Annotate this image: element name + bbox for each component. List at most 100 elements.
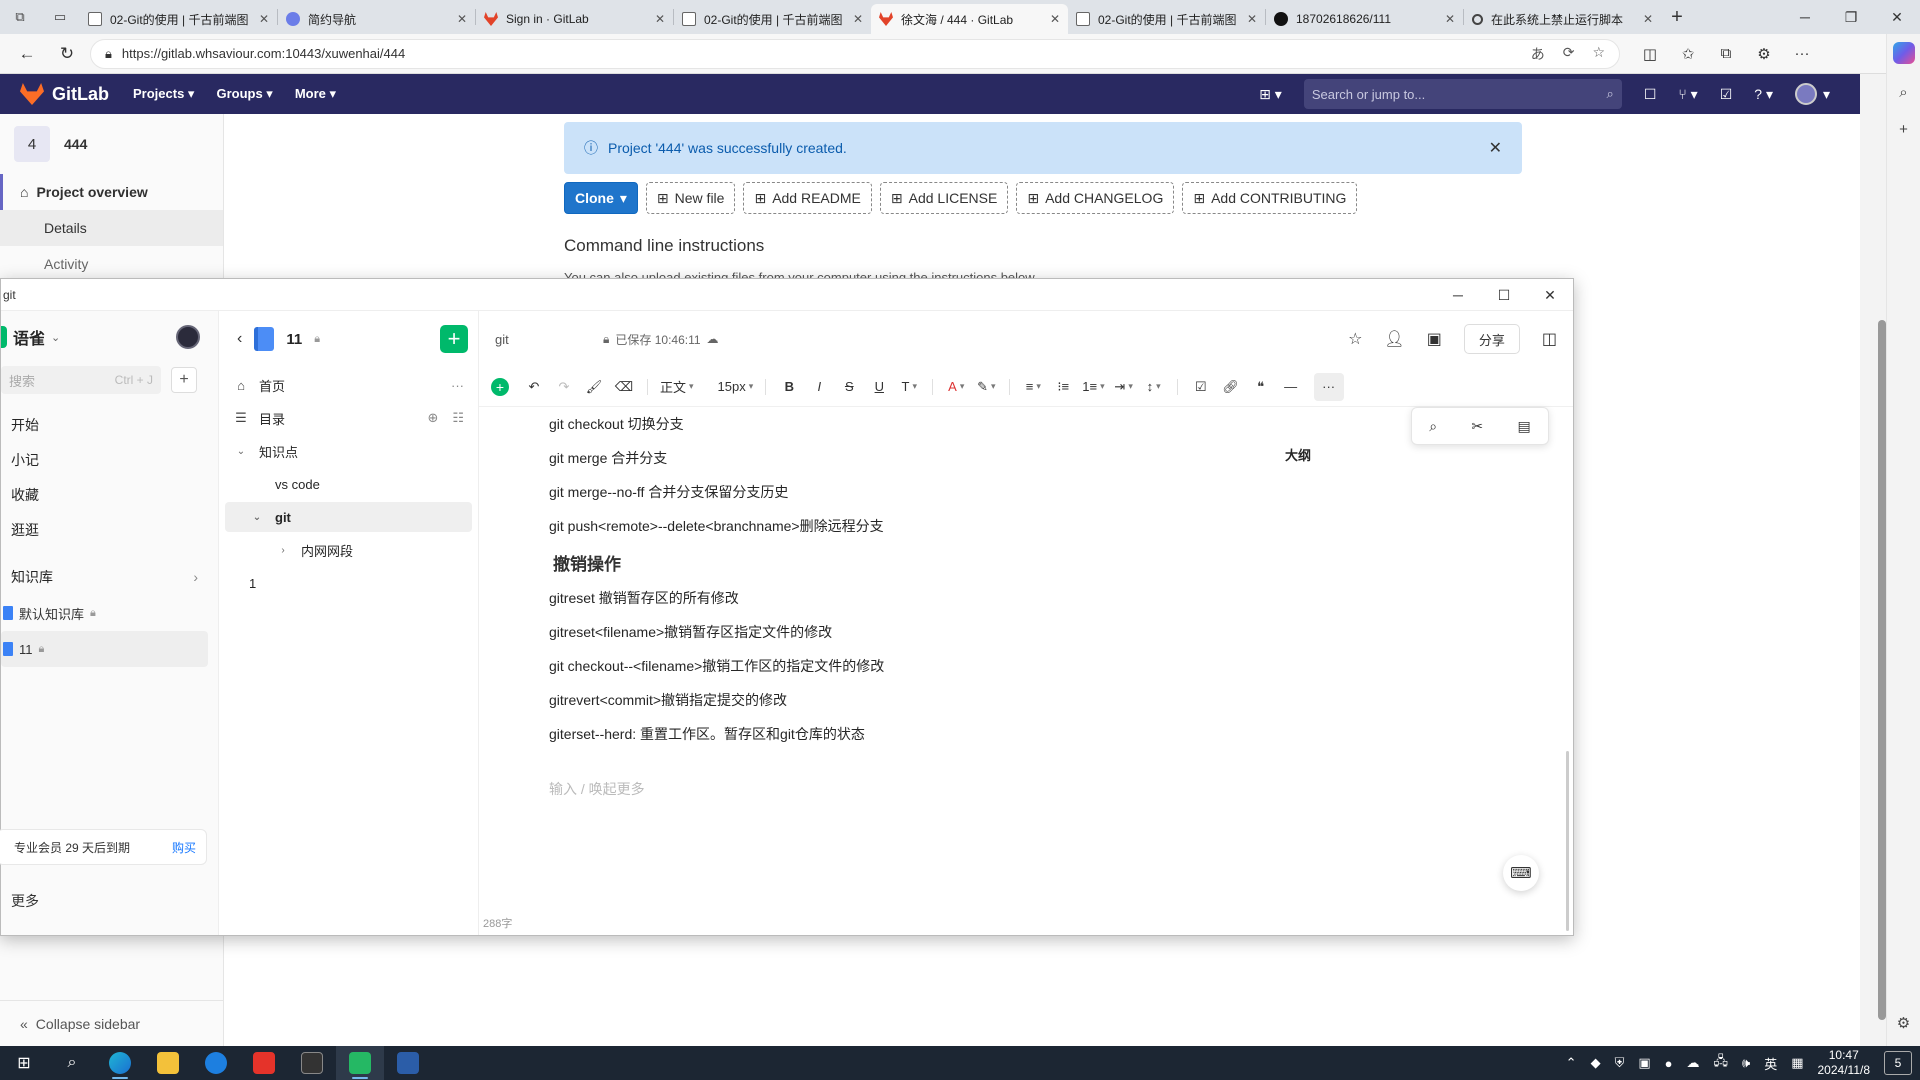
quote-icon[interactable]: ❝ bbox=[1246, 373, 1276, 401]
font-size-select[interactable]: 15px ▾ bbox=[714, 373, 758, 401]
menu-more[interactable]: More ▾ bbox=[295, 86, 336, 102]
taskbar-edge[interactable] bbox=[96, 1046, 144, 1080]
back-button[interactable]: ← bbox=[10, 38, 44, 70]
chevron-up-icon[interactable]: ⌃ bbox=[1566, 1055, 1577, 1071]
volume-icon[interactable]: 🕪︎ bbox=[1742, 1055, 1750, 1071]
browser-tab[interactable]: 简约导航 ✕ bbox=[278, 4, 475, 34]
highlight-icon[interactable]: ✎ ▾ bbox=[971, 373, 1001, 401]
editor-placeholder[interactable]: 输入 / 唤起更多 bbox=[549, 779, 1249, 799]
tree-group[interactable]: ⌄ 知识点 bbox=[225, 436, 472, 466]
book-default[interactable]: 默认知识库 🔒︎ bbox=[1, 595, 208, 631]
help-icon[interactable]: ? ▾ bbox=[1754, 86, 1773, 103]
doc-line[interactable]: git merge 合并分支 bbox=[549, 441, 1249, 475]
divider-icon[interactable]: — bbox=[1276, 373, 1306, 401]
onedrive-icon[interactable]: ☁ bbox=[1686, 1055, 1699, 1071]
reader-icon[interactable]: ⟳ bbox=[1563, 44, 1575, 64]
doc-heading[interactable]: 撤销操作 bbox=[549, 543, 1249, 581]
translate-icon[interactable]: あ bbox=[1531, 44, 1545, 64]
book-11[interactable]: 11 🔒︎ bbox=[1, 631, 208, 667]
network-icon[interactable]: 🖧︎ bbox=[1713, 1052, 1728, 1074]
nav-explore[interactable]: 逛逛 bbox=[11, 512, 218, 547]
doc-info-icon[interactable]: ▤ bbox=[1518, 418, 1531, 435]
tree-item-git[interactable]: ⌄ git bbox=[225, 502, 472, 532]
browser-tab[interactable]: Sign in · GitLab ✕ bbox=[476, 4, 673, 34]
collapse-sidebar-button[interactable]: « Collapse sidebar bbox=[0, 1000, 224, 1046]
merge-requests-icon[interactable]: ⑂ ▾ bbox=[1678, 86, 1697, 103]
page-scrollbar[interactable] bbox=[1874, 120, 1888, 1040]
new-file-button[interactable]: ⊞ New file bbox=[645, 182, 736, 214]
collaborator-icon[interactable]: 👤︎ bbox=[1384, 329, 1404, 349]
nav-favorites[interactable]: 收藏 bbox=[11, 477, 218, 512]
issues-icon[interactable]: ☐ bbox=[1644, 86, 1657, 103]
split-screen-icon[interactable]: ◫ bbox=[1632, 45, 1668, 63]
caret-down-icon[interactable]: ⌄ bbox=[233, 446, 249, 457]
taskbar-app-blue[interactable] bbox=[192, 1046, 240, 1080]
workspaces-icon[interactable]: ⧉ bbox=[0, 0, 40, 34]
editor-body[interactable]: git checkout 切换分支 git merge 合并分支 git mer… bbox=[549, 407, 1249, 799]
doc-line[interactable]: gitrevert<commit>撤销指定提交的修改 bbox=[549, 683, 1249, 717]
sidebar-item-activity[interactable]: Activity bbox=[0, 246, 223, 282]
close-tab-icon[interactable]: ✕ bbox=[457, 12, 467, 26]
doc-line[interactable]: git checkout 切换分支 bbox=[549, 407, 1249, 441]
doc-line[interactable]: git push<remote>--delete<branchname>删除远程… bbox=[549, 509, 1249, 543]
collections-icon[interactable]: ⧉ bbox=[1708, 45, 1744, 63]
close-tab-icon[interactable]: ✕ bbox=[259, 12, 269, 26]
wechat-icon[interactable]: ● bbox=[1665, 1056, 1673, 1071]
sidebar-item-project-overview[interactable]: ⌂ Project overview bbox=[0, 174, 223, 210]
browser-tab[interactable]: 02-Git的使用 | 千古前端图 ✕ bbox=[1068, 4, 1265, 34]
restore-button[interactable]: ❐ bbox=[1828, 9, 1874, 26]
menu-dots-icon[interactable]: ··· bbox=[1784, 45, 1820, 63]
align-icon[interactable]: ≡ ▾ bbox=[1018, 373, 1048, 401]
more-dots-icon[interactable]: ··· bbox=[451, 378, 464, 393]
browser-tab[interactable]: 徐文海 / 444 · GitLab ✕ bbox=[871, 4, 1068, 34]
minimize-button[interactable]: ─ bbox=[1782, 9, 1828, 26]
copilot-icon[interactable] bbox=[1892, 42, 1915, 64]
bullet-list-icon[interactable]: ⁝≡ bbox=[1048, 373, 1078, 401]
menu-groups[interactable]: Groups ▾ bbox=[216, 86, 272, 102]
link-icon[interactable]: 🔗︎ bbox=[1216, 373, 1246, 401]
menu-projects[interactable]: Projects ▾ bbox=[133, 86, 194, 102]
undo-icon[interactable]: ↶ bbox=[519, 373, 549, 401]
clock[interactable]: 10:47 2024/11/8 bbox=[1818, 1048, 1871, 1078]
close-tab-icon[interactable]: ✕ bbox=[853, 12, 863, 26]
font-color-icon[interactable]: A ▾ bbox=[941, 373, 971, 401]
vip-buy-link[interactable]: 购买 bbox=[172, 839, 196, 856]
url-field[interactable]: 🔒︎ https://gitlab.whsaviour.com:10443/xu… bbox=[90, 38, 1620, 69]
close-icon[interactable]: ✕ bbox=[1489, 138, 1502, 158]
close-tab-icon[interactable]: ✕ bbox=[655, 12, 665, 26]
taskbar-terminal[interactable] bbox=[288, 1046, 336, 1080]
line-height-icon[interactable]: ↕ ▾ bbox=[1139, 373, 1169, 401]
minimize-button[interactable]: ─ bbox=[1435, 279, 1481, 311]
underline-icon[interactable]: U bbox=[864, 373, 894, 401]
close-tab-icon[interactable]: ✕ bbox=[1445, 12, 1455, 26]
nav-notes[interactable]: 小记 bbox=[11, 442, 218, 477]
knowledge-base-header[interactable]: 知识库 › bbox=[1, 559, 218, 595]
new-tab-button[interactable]: + bbox=[1661, 6, 1693, 29]
close-window-button[interactable]: ✕ bbox=[1874, 9, 1920, 26]
nav-start[interactable]: 开始 bbox=[11, 407, 218, 442]
outline-label[interactable]: 大纲 bbox=[1285, 445, 1311, 464]
close-tab-icon[interactable]: ✕ bbox=[1643, 12, 1653, 26]
redo-icon[interactable]: ↷ bbox=[549, 373, 579, 401]
taskbar-explorer[interactable] bbox=[144, 1046, 192, 1080]
add-readme-button[interactable]: ⊞ Add README bbox=[743, 182, 872, 214]
tree-item-intranet[interactable]: › 内网网段 bbox=[225, 535, 472, 565]
editor-scrollbar[interactable] bbox=[1566, 751, 1569, 931]
todo-icon[interactable]: ☑ bbox=[1720, 86, 1733, 103]
browser-tab[interactable]: 02-Git的使用 | 千古前端图 ✕ bbox=[80, 4, 277, 34]
user-menu[interactable]: ▾ bbox=[1794, 83, 1830, 105]
clone-button[interactable]: Clone ▾ bbox=[564, 182, 638, 214]
add-doc-button[interactable]: + bbox=[440, 325, 468, 353]
more-tools-icon[interactable]: ··· bbox=[1313, 372, 1344, 401]
more-menu[interactable]: 更多 bbox=[11, 891, 39, 911]
close-window-button[interactable]: ✕ bbox=[1527, 279, 1573, 311]
refresh-button[interactable]: ↻ bbox=[50, 38, 84, 70]
gitlab-search-input[interactable]: Search or jump to... ⌕ bbox=[1303, 79, 1622, 109]
lock-icon[interactable]: 🔒︎ bbox=[105, 46, 112, 62]
avatar[interactable] bbox=[176, 325, 200, 349]
tree-toc[interactable]: ☰ 目录 ⊕ ☷ bbox=[225, 403, 472, 433]
share-button[interactable]: 分享 bbox=[1463, 324, 1520, 354]
gitlab-logo[interactable]: GitLab bbox=[20, 83, 109, 105]
tab-actions-icon[interactable]: ▭ bbox=[40, 0, 80, 34]
browser-tab[interactable]: 02-Git的使用 | 千古前端图 ✕ bbox=[674, 4, 871, 34]
